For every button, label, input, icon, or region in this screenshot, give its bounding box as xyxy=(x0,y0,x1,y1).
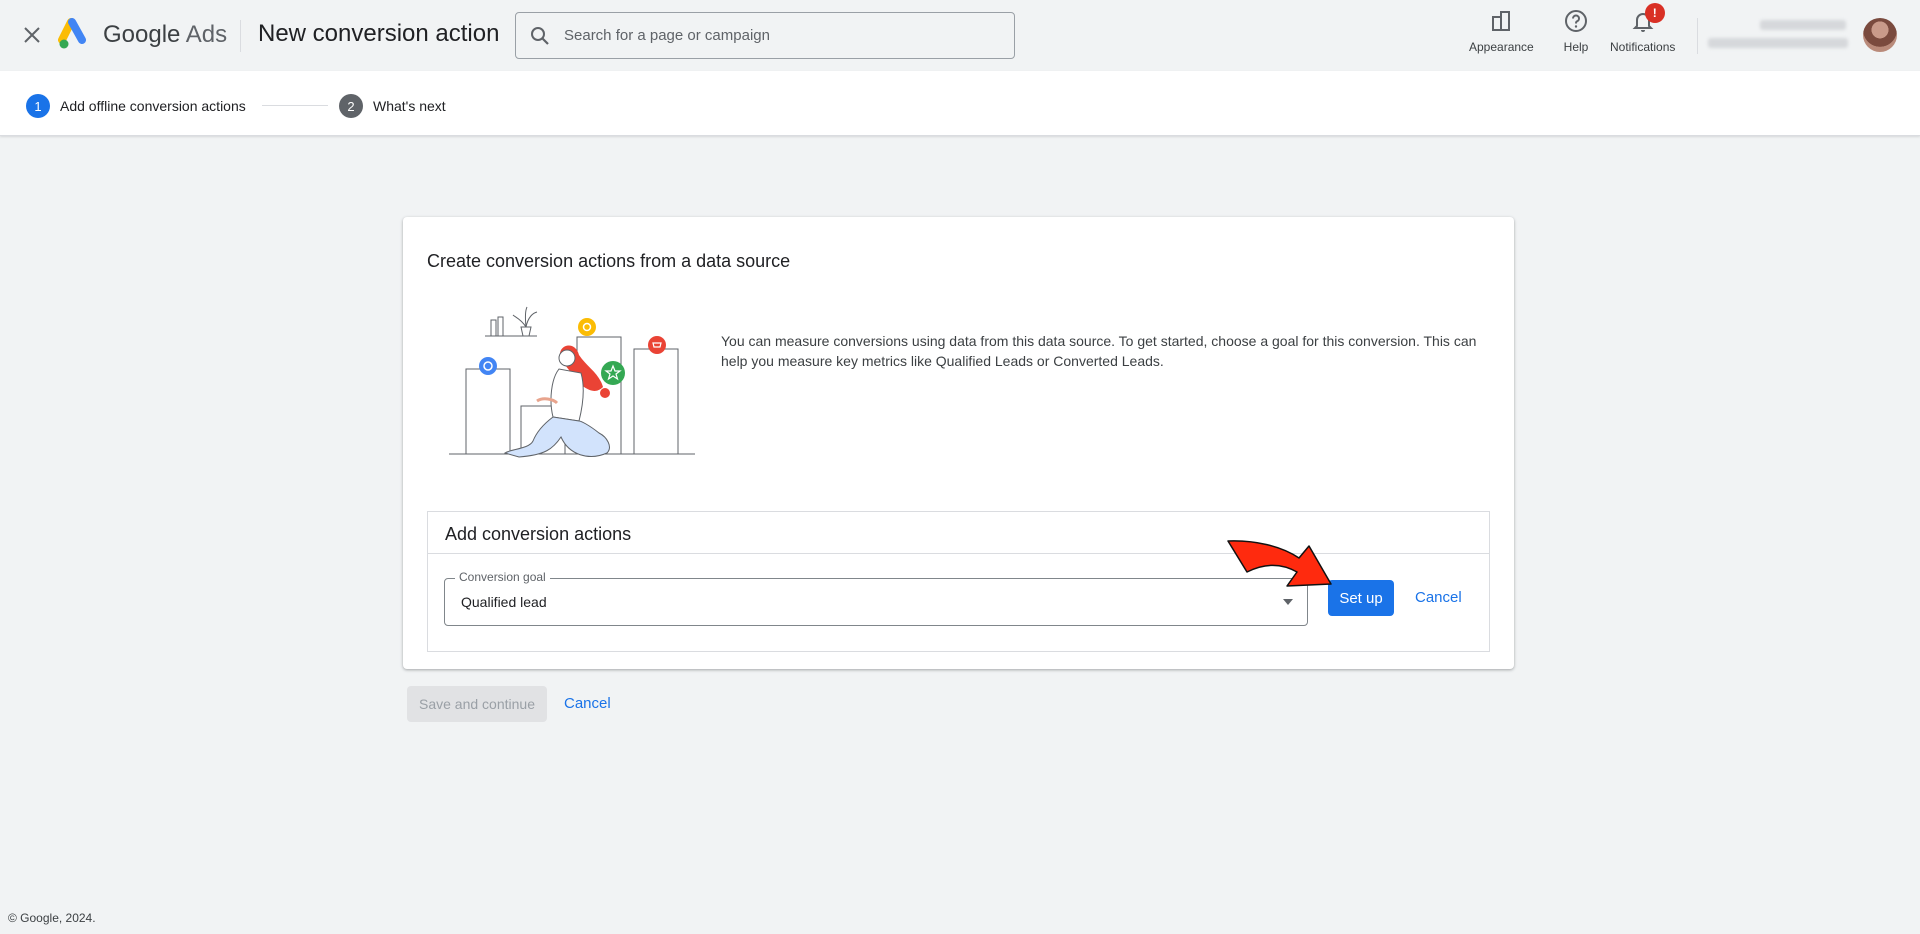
brand-name: Google Ads xyxy=(103,21,227,49)
step-add-offline[interactable]: 1 Add offline conversion actions xyxy=(26,94,246,118)
conversion-goal-value: Qualified lead xyxy=(461,594,547,610)
step-number: 2 xyxy=(339,94,363,118)
stepper: 1 Add offline conversion actions 2 What'… xyxy=(0,71,1920,136)
subpanel-cancel-link[interactable]: Cancel xyxy=(1415,589,1462,606)
copyright: © Google, 2024. xyxy=(8,911,96,925)
brand-google: Google xyxy=(103,21,181,48)
step-number: 1 xyxy=(26,94,50,118)
subpanel-title: Add conversion actions xyxy=(445,524,632,544)
step-label: Add offline conversion actions xyxy=(60,98,246,114)
account-info[interactable] xyxy=(1708,16,1852,52)
search-input[interactable] xyxy=(564,27,984,44)
appearance-label: Appearance xyxy=(1469,40,1534,54)
appearance-button[interactable]: Appearance xyxy=(1469,8,1534,54)
save-and-continue-button[interactable]: Save and continue xyxy=(407,686,547,722)
cancel-link[interactable]: Cancel xyxy=(564,695,611,712)
appearance-icon xyxy=(1488,8,1514,34)
help-button[interactable]: Help xyxy=(1563,8,1589,54)
account-email-blurred xyxy=(1708,38,1848,48)
set-up-button[interactable]: Set up xyxy=(1328,580,1394,616)
notifications-button[interactable]: ! Notifications xyxy=(1610,3,1676,54)
account-name-blurred xyxy=(1760,20,1846,30)
avatar[interactable] xyxy=(1863,18,1897,52)
data-source-card: Create conversion actions from a data so… xyxy=(403,217,1514,669)
step-whats-next[interactable]: 2 What's next xyxy=(339,94,446,118)
conversion-goal-label: Conversion goal xyxy=(455,570,550,584)
top-header: Google Ads New conversion action Appeara… xyxy=(0,0,1920,71)
page-title: New conversion action xyxy=(258,20,500,47)
conversion-illustration xyxy=(449,306,695,458)
search-icon xyxy=(530,25,552,47)
caret-down-icon xyxy=(1283,599,1293,605)
card-description: You can measure conversions using data f… xyxy=(721,333,1477,369)
header-divider-right xyxy=(1697,18,1698,54)
annotation-arrow-icon xyxy=(1227,540,1332,587)
help-label: Help xyxy=(1563,40,1589,54)
search-box[interactable] xyxy=(515,12,1015,59)
bell-icon: ! xyxy=(1630,3,1665,34)
notifications-badge: ! xyxy=(1644,3,1665,23)
card-title: Create conversion actions from a data so… xyxy=(427,251,791,271)
header-divider xyxy=(240,20,241,52)
help-icon xyxy=(1563,8,1589,34)
step-label: What's next xyxy=(373,98,446,114)
conversion-goal-select[interactable]: Conversion goal Qualified lead xyxy=(444,570,1308,626)
step-connector xyxy=(262,105,328,106)
google-ads-logo-icon xyxy=(58,18,86,49)
brand-ads: Ads xyxy=(185,21,228,48)
notifications-label: Notifications xyxy=(1610,40,1676,54)
close-icon[interactable] xyxy=(18,21,46,49)
